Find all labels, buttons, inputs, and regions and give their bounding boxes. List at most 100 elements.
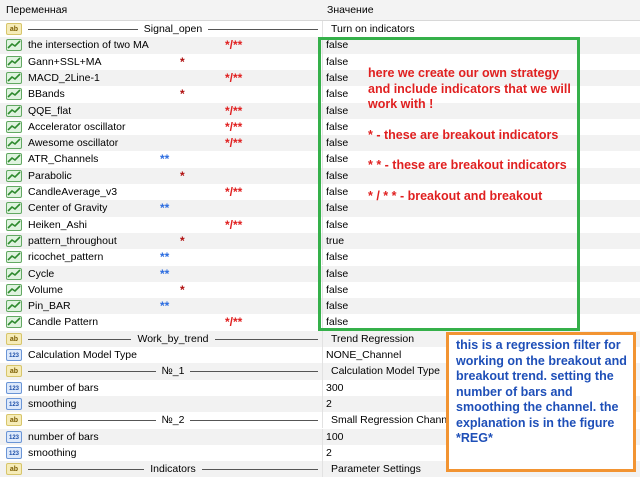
parameter-name: Center of Gravity <box>28 202 108 215</box>
bool-type-icon <box>6 55 22 68</box>
strategy-mark: */** <box>225 136 243 151</box>
section-label-text: Signal_open <box>143 23 203 35</box>
bool-type-icon <box>6 300 22 313</box>
bool-type-icon <box>6 251 22 264</box>
strategy-mark: */** <box>225 185 243 199</box>
parameter-name: Pin_BAR <box>28 300 71 313</box>
number-type-icon: 123 <box>6 381 22 394</box>
column-divider <box>322 379 323 396</box>
section-label: Signal_open <box>28 23 318 35</box>
parameter-value[interactable]: Trend Regression <box>331 333 414 345</box>
strategy-mark: ** <box>160 299 170 314</box>
bool-type-icon <box>6 137 22 150</box>
parameter-name: BBands <box>28 88 65 101</box>
bool-type-icon <box>6 104 22 117</box>
parameter-name: ATR_Channels <box>28 153 99 166</box>
regression-annotation: this is a regression filter for working … <box>456 338 627 445</box>
bool-type-icon <box>6 169 22 182</box>
column-divider <box>322 461 323 478</box>
parameter-name: QQE_flat <box>28 104 72 117</box>
parameter-name: smoothing <box>28 446 77 459</box>
section-label-text: №_2 <box>161 414 185 427</box>
parameter-value[interactable]: 100 <box>326 431 344 443</box>
bool-type-icon <box>6 316 22 329</box>
indicator-annotation: here we create our own strategy and incl… <box>368 66 578 204</box>
section-label-text: Work_by_trend <box>137 332 209 345</box>
parameter-value[interactable]: 300 <box>326 382 344 394</box>
parameter-name: the intersection of two MA <box>28 39 149 52</box>
parameter-value[interactable]: Calculation Model Type <box>331 365 440 377</box>
bool-type-icon <box>6 71 22 84</box>
section-separator: №_1 <box>28 365 318 377</box>
section-separator: Signal_open <box>28 23 318 35</box>
column-divider <box>322 395 323 413</box>
section-separator: Indicators <box>28 463 318 475</box>
value-column-header: Значение <box>327 4 374 16</box>
bool-type-icon <box>6 120 22 133</box>
parameter-name: number of bars <box>28 430 99 443</box>
column-divider <box>322 428 323 445</box>
strategy-mark: */** <box>225 119 243 134</box>
string-type-icon: ab <box>6 463 22 476</box>
section-label: Indicators <box>28 463 318 475</box>
parameter-name: Parabolic <box>28 169 72 182</box>
parameter-value[interactable]: NONE_Channel <box>326 349 401 361</box>
parameter-value[interactable]: Parameter Settings <box>331 463 421 475</box>
parameter-name: Calculation Model Type <box>28 349 137 361</box>
strategy-mark: ** <box>160 201 170 216</box>
parameter-name: Heiken_Ashi <box>28 218 87 231</box>
bool-type-icon <box>6 39 22 52</box>
section-separator: №_2 <box>28 414 318 426</box>
parameter-name: Volume <box>28 283 64 296</box>
bool-type-icon <box>6 267 22 280</box>
parameter-name: pattern_throughout <box>28 234 117 247</box>
section-label: №_2 <box>28 414 318 426</box>
parameter-value[interactable]: 2 <box>326 447 332 459</box>
number-type-icon: 123 <box>6 446 22 459</box>
bool-type-icon <box>6 186 22 198</box>
section-label-text: №_1 <box>161 365 185 378</box>
parameter-name: ricochet_pattern <box>28 251 104 264</box>
bool-type-icon <box>6 88 22 101</box>
strategy-mark: ** <box>160 266 170 281</box>
parameter-name: CandleAverage_v3 <box>28 186 118 198</box>
bool-type-icon <box>6 234 22 247</box>
annotation-line: * * - these are breakout indicators <box>368 158 567 172</box>
bool-type-icon <box>6 153 22 166</box>
bool-type-icon <box>6 283 22 296</box>
column-divider <box>322 363 323 380</box>
parameter-value[interactable]: Small Regression Channel <box>331 414 455 426</box>
table-header: Переменная Значение <box>0 0 640 21</box>
strategy-mark: */** <box>225 103 243 118</box>
string-type-icon: ab <box>6 365 22 378</box>
column-divider <box>322 444 323 462</box>
strategy-mark: */** <box>225 315 243 330</box>
strategy-mark: */** <box>225 38 243 53</box>
strategy-mark: */** <box>225 217 243 232</box>
parameter-name: Gann+SSL+MA <box>28 55 102 68</box>
strategy-mark: */** <box>225 70 243 85</box>
section-label: Work_by_trend <box>28 333 318 345</box>
parameter-name: smoothing <box>28 397 77 410</box>
section-separator: Work_by_trend <box>28 333 318 345</box>
annotation-line: here we create our own strategy and incl… <box>368 66 571 111</box>
column-divider <box>322 347 323 364</box>
bool-type-icon <box>6 218 22 231</box>
string-type-icon: ab <box>6 414 22 427</box>
variable-column-header: Переменная <box>6 4 68 16</box>
number-type-icon: 123 <box>6 397 22 410</box>
parameter-name: Awesome oscillator <box>28 137 119 150</box>
strategy-mark: * <box>180 282 185 297</box>
number-type-icon: 123 <box>6 349 22 361</box>
section-row[interactable]: ab Signal_open Turn on indicators <box>0 21 640 38</box>
parameter-name: MACD_2Line-1 <box>28 71 100 84</box>
strategy-mark: * <box>180 168 185 183</box>
parameter-name: Cycle <box>28 267 55 280</box>
number-type-icon: 123 <box>6 430 22 443</box>
parameter-value[interactable]: Turn on indicators <box>331 23 415 35</box>
parameter-value[interactable]: 2 <box>326 398 332 410</box>
bool-type-icon <box>6 202 22 215</box>
section-label-text: Indicators <box>150 463 196 476</box>
annotation-line: * - these are breakout indicators <box>368 127 559 142</box>
strategy-mark: * <box>180 87 185 102</box>
